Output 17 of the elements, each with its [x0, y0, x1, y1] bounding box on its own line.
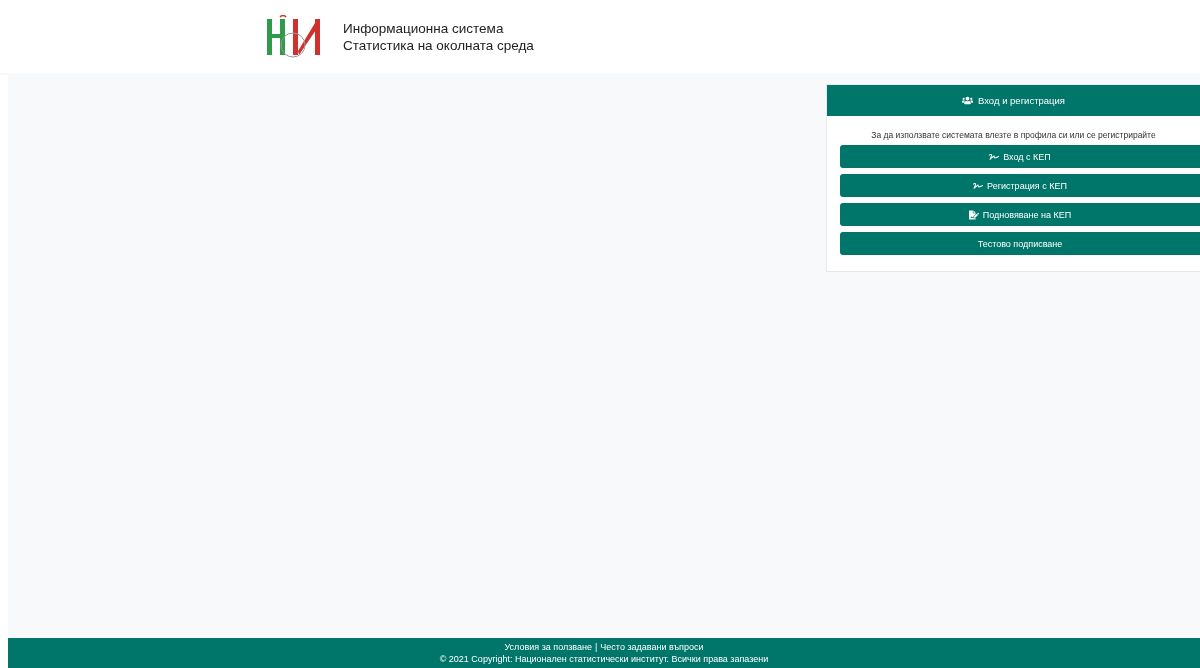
- footer-link[interactable]: Условия за ползване: [504, 642, 592, 652]
- signature-icon: [973, 180, 984, 191]
- separator: |: [595, 642, 598, 652]
- signature-icon: [989, 151, 1000, 162]
- system-subtitle: Статистика на околната среда: [343, 36, 534, 54]
- login-button[interactable]: Регистрация с КЕП: [840, 174, 1200, 197]
- login-button[interactable]: Тестово подписване: [840, 232, 1200, 255]
- copyright-text: © 2021 Copyright: Национален статистически институт. Всички права запазени: [439, 654, 769, 664]
- users-icon: [962, 95, 973, 106]
- logo-icon: [265, 14, 323, 59]
- footer-link[interactable]: Често задавани въпроси: [600, 642, 704, 652]
- login-button[interactable]: Подновяване на КЕП: [840, 203, 1200, 226]
- login-button[interactable]: Вход с КЕП: [840, 145, 1200, 168]
- intro-text: За да използвате системата влезте в профила си или се регистрирайте: [870, 130, 1157, 140]
- card-title: Вход и регистрация: [978, 95, 1065, 106]
- file-signature-icon: [968, 209, 979, 220]
- system-title: Информационна система: [343, 19, 505, 37]
